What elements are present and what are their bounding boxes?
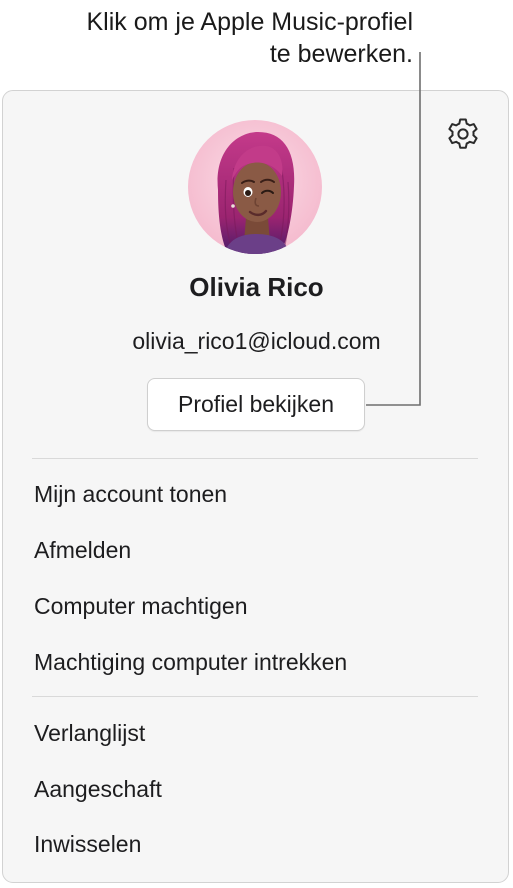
account-email: olivia_rico1@icloud.com xyxy=(132,328,381,354)
menu-item-authorize-computer[interactable]: Computer machtigen xyxy=(34,593,248,620)
view-profile-button[interactable]: Profiel bekijken xyxy=(147,378,365,431)
menu-item-purchased[interactable]: Aangeschaft xyxy=(34,776,162,803)
menu-item-deauthorize-computer[interactable]: Machtiging computer intrekken xyxy=(34,649,347,676)
callout-line-2: te bewerken. xyxy=(269,40,413,68)
callout-text: Klik om je Apple Music-profiel te bewerk… xyxy=(0,6,413,70)
menu-item-wishlist[interactable]: Verlanglijst xyxy=(34,720,145,747)
menu-item-show-account[interactable]: Mijn account tonen xyxy=(34,481,227,508)
menu-item-redeem[interactable]: Inwisselen xyxy=(34,831,141,858)
avatar[interactable] xyxy=(188,120,322,254)
divider xyxy=(32,458,478,459)
divider xyxy=(32,696,478,697)
app-stage: Klik om je Apple Music-profiel te bewerk… xyxy=(0,0,513,888)
memoji-avatar-icon xyxy=(188,120,322,254)
callout-leader-line xyxy=(366,52,421,406)
account-name: Olivia Rico xyxy=(189,272,324,302)
callout-line-1: Klik om je Apple Music-profiel xyxy=(86,8,413,36)
menu-item-sign-out[interactable]: Afmelden xyxy=(34,537,131,564)
gear-icon[interactable] xyxy=(445,116,481,152)
